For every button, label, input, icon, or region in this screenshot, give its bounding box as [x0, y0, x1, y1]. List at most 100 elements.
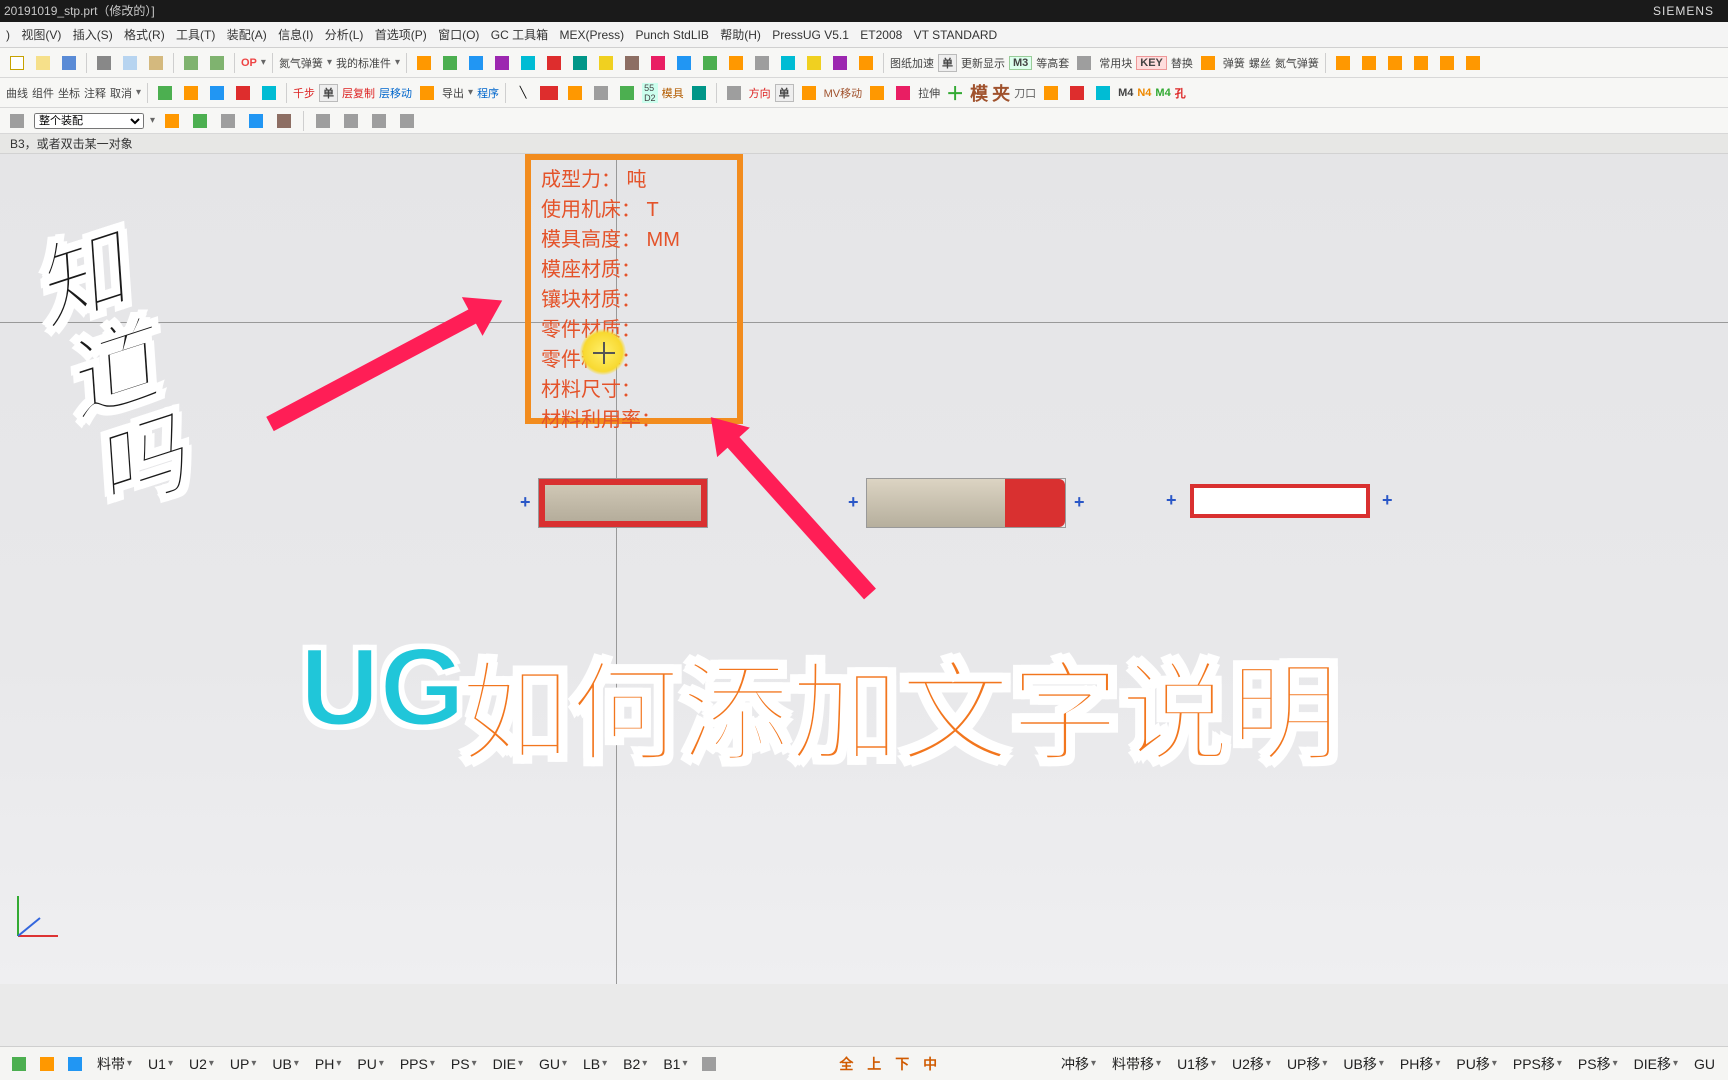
box-icon[interactable]: [1410, 52, 1432, 74]
menu-analyze[interactable]: 分析(L): [325, 28, 364, 42]
op-label[interactable]: OP: [241, 57, 257, 69]
lb-button[interactable]: LB▾: [578, 1052, 612, 1076]
tool-icon[interactable]: [616, 82, 638, 104]
tool-icon[interactable]: [517, 52, 539, 74]
undo-icon[interactable]: [180, 52, 202, 74]
tool-icon[interactable]: [621, 52, 643, 74]
component-label[interactable]: 组件: [32, 85, 54, 101]
tool-icon[interactable]: [273, 110, 295, 132]
tool-icon[interactable]: [416, 82, 438, 104]
dropdown-icon[interactable]: ▾: [395, 57, 400, 68]
menu-tools[interactable]: 工具(T): [176, 28, 215, 42]
ub-button[interactable]: UB▾: [267, 1052, 303, 1076]
tool-icon[interactable]: [798, 82, 820, 104]
tool-icon[interactable]: [491, 52, 513, 74]
box-icon[interactable]: [1358, 52, 1380, 74]
tool-icon[interactable]: [232, 82, 254, 104]
tool-icon[interactable]: [1040, 82, 1062, 104]
tool-icon[interactable]: [1073, 52, 1095, 74]
tool-icon[interactable]: [340, 110, 362, 132]
extrude-label[interactable]: 拉伸: [918, 85, 940, 101]
tool-icon[interactable]: [829, 52, 851, 74]
mold-big-label[interactable]: 模: [970, 80, 988, 106]
update-display-label[interactable]: 更新显示: [961, 55, 1005, 71]
bottom-button[interactable]: 下: [890, 1052, 914, 1076]
single-badge[interactable]: 单: [938, 54, 957, 72]
temp-icon[interactable]: [698, 1053, 720, 1075]
redbox-icon[interactable]: [538, 82, 560, 104]
menu-mex[interactable]: MEX(Press): [559, 28, 624, 42]
b1-button[interactable]: B1▾: [658, 1052, 692, 1076]
die-button[interactable]: DIE▾: [488, 1052, 528, 1076]
all-button[interactable]: 全: [834, 1052, 858, 1076]
strip-move-button[interactable]: 料带移▾: [1107, 1052, 1166, 1076]
tool-icon[interactable]: [217, 110, 239, 132]
tool-icon[interactable]: [855, 52, 877, 74]
mold-label[interactable]: 模具: [662, 85, 684, 101]
cad-viewport[interactable]: 成型力： 吨 使用机床： T 模具高度： MM 模座材质： 镶块材质： 零件材质…: [0, 154, 1728, 984]
redo-icon[interactable]: [206, 52, 228, 74]
ps-button[interactable]: PS▾: [446, 1052, 482, 1076]
tool-icon[interactable]: [180, 82, 202, 104]
ph-button[interactable]: PH▾: [310, 1052, 346, 1076]
tool-icon[interactable]: [161, 110, 183, 132]
d2-badge[interactable]: 55 D2: [642, 83, 658, 103]
box-icon[interactable]: [1384, 52, 1406, 74]
menu-view[interactable]: 视图(V): [21, 28, 61, 42]
top-button[interactable]: 上: [862, 1052, 886, 1076]
single-badge[interactable]: 单: [775, 84, 794, 102]
layer-move-label[interactable]: 层移动: [379, 85, 412, 101]
menu-insert[interactable]: 插入(S): [73, 28, 113, 42]
ub-move-button[interactable]: UB移▾: [1338, 1052, 1388, 1076]
tool-icon[interactable]: [1092, 82, 1114, 104]
my-std-label[interactable]: 我的标准件: [336, 55, 391, 71]
u2-button[interactable]: U2▾: [184, 1052, 219, 1076]
status-icon[interactable]: [64, 1053, 86, 1075]
tool-icon[interactable]: [777, 52, 799, 74]
screw-label[interactable]: 螺丝: [1249, 55, 1271, 71]
tool-icon[interactable]: [647, 52, 669, 74]
line-icon[interactable]: ╲: [512, 82, 534, 104]
menu-punch[interactable]: Punch StdLIB: [635, 28, 708, 42]
tool-icon[interactable]: [465, 52, 487, 74]
part-model-1[interactable]: [538, 478, 708, 528]
spring-label[interactable]: 弹簧: [1223, 55, 1245, 71]
gu-move-button[interactable]: GU: [1689, 1052, 1720, 1076]
curve-label[interactable]: 曲线: [6, 85, 28, 101]
program-label[interactable]: 程序: [477, 85, 499, 101]
tool-icon[interactable]: [258, 82, 280, 104]
cutter-label[interactable]: 刀口: [1014, 85, 1036, 101]
ph-move-button[interactable]: PH移▾: [1395, 1052, 1445, 1076]
tool-icon[interactable]: [206, 82, 228, 104]
hole-label[interactable]: 孔: [1175, 85, 1186, 101]
drawing-accel-label[interactable]: 图纸加速: [890, 55, 934, 71]
dropdown-icon[interactable]: ▾: [136, 87, 141, 98]
tool-icon[interactable]: [543, 52, 565, 74]
gu-button[interactable]: GU▾: [534, 1052, 572, 1076]
part-model-3[interactable]: [1190, 484, 1370, 518]
menu-assembly[interactable]: 装配(A): [227, 28, 267, 42]
pu-move-button[interactable]: PU移▾: [1451, 1052, 1501, 1076]
ps-move-button[interactable]: PS移▾: [1573, 1052, 1623, 1076]
strip-layout-button[interactable]: 料带▾: [92, 1052, 137, 1076]
tool-icon[interactable]: [569, 52, 591, 74]
m3-badge[interactable]: M3: [1009, 56, 1032, 70]
dropdown-icon[interactable]: ▾: [261, 57, 266, 68]
n4-badge[interactable]: N4: [1137, 87, 1151, 99]
box-icon[interactable]: [1332, 52, 1354, 74]
m4-badge[interactable]: M4: [1118, 87, 1133, 99]
copy-icon[interactable]: [119, 52, 141, 74]
menu-gctool[interactable]: GC 工具箱: [491, 28, 548, 42]
replace-label[interactable]: 替换: [1171, 55, 1193, 71]
u1-move-button[interactable]: U1移▾: [1172, 1052, 1221, 1076]
pps-button[interactable]: PPS▾: [395, 1052, 440, 1076]
u1-button[interactable]: U1▾: [143, 1052, 178, 1076]
box-icon[interactable]: [1436, 52, 1458, 74]
part-model-2[interactable]: [866, 478, 1066, 528]
clamp-label[interactable]: 夹: [992, 80, 1010, 106]
tool-icon[interactable]: [564, 82, 586, 104]
tool-icon[interactable]: [1066, 82, 1088, 104]
nitrogen-label[interactable]: 氮气弹簧: [1275, 55, 1319, 71]
plus-icon[interactable]: ＋: [944, 82, 966, 104]
pps-move-button[interactable]: PPS移▾: [1508, 1052, 1567, 1076]
